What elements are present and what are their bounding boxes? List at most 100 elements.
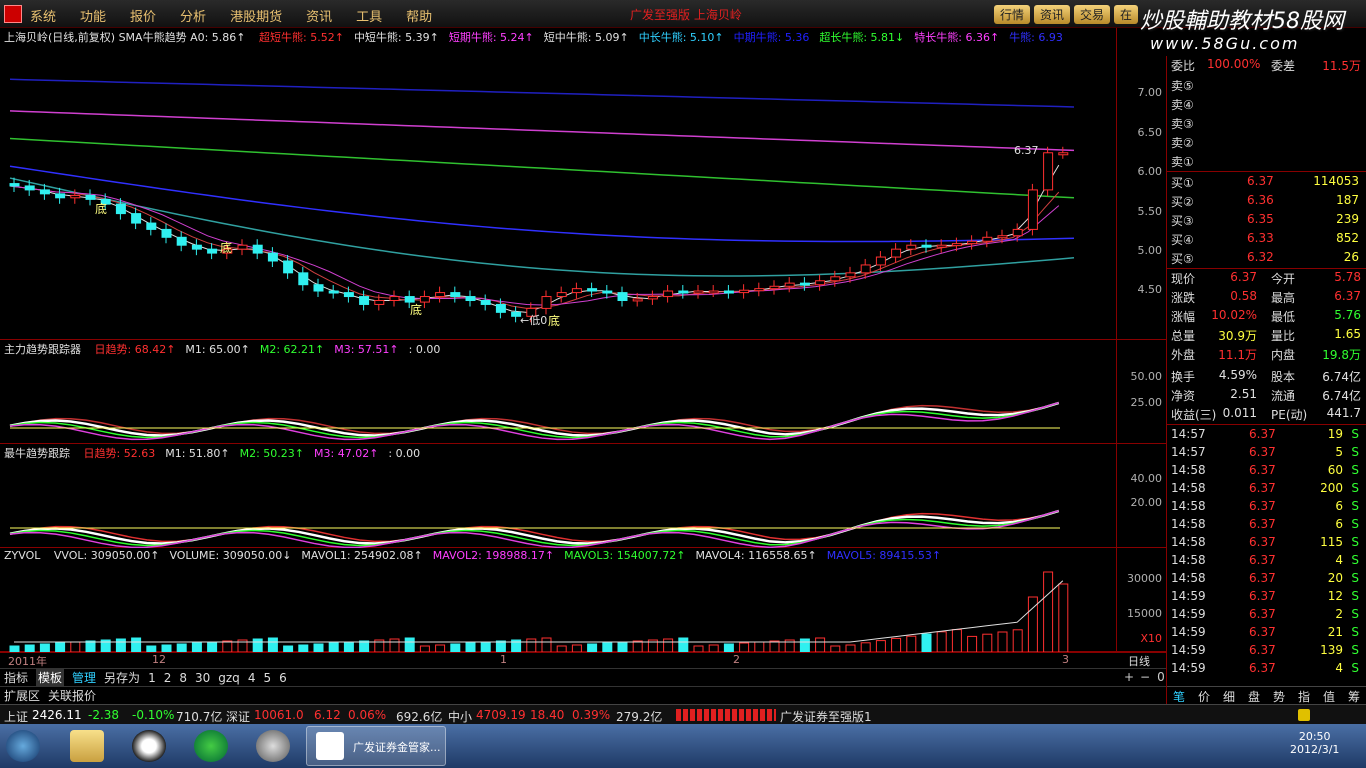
volume-chart[interactable] <box>0 548 1116 652</box>
stat-value: 6.37 <box>1230 270 1257 284</box>
sz-index-label: 深证 <box>226 710 251 724</box>
tab-6[interactable]: 6 <box>279 671 287 685</box>
tab-8[interactable]: 8 <box>179 671 187 685</box>
indicator-pane-1[interactable]: 主力趋势跟踪器 日趋势: 68.42↑ M1: 65.00↑ M2: 62.21↑ M… <box>0 340 1166 444</box>
price-tick: 6.00 <box>1137 165 1163 178</box>
quote-tab-5[interactable]: 指 <box>1298 688 1310 705</box>
indicator-1-chart[interactable] <box>0 340 1116 444</box>
menu-item-system[interactable]: 系统 <box>30 6 56 25</box>
candle-body <box>328 290 339 294</box>
volume-bar <box>39 643 50 652</box>
app-window: 系统 功能 报价 分析 港股期货 资讯 工具 帮助 广发至强版 上海贝岭 行情 … <box>0 0 1366 768</box>
short-ma-line <box>9 164 1060 313</box>
trade-button[interactable]: 交易 <box>1074 5 1111 24</box>
candle-body <box>435 292 446 298</box>
indicator-1-axis: 50.00 25.00 <box>1116 340 1166 443</box>
tick-price: 6.37 <box>1249 463 1276 477</box>
tab-extension[interactable]: 扩展区 <box>4 687 40 704</box>
quote-tab-0[interactable]: 笔 <box>1173 688 1185 705</box>
tab-1[interactable]: 1 <box>148 671 156 685</box>
tick-side: S <box>1351 463 1359 477</box>
quote-tab-1[interactable]: 价 <box>1198 688 1210 705</box>
quote-tab-6[interactable]: 值 <box>1323 688 1335 705</box>
folder-icon[interactable] <box>70 730 104 762</box>
start-button-icon[interactable] <box>6 730 40 762</box>
tick-volume: 6 <box>1335 499 1343 513</box>
tab-save-as[interactable]: 另存为 <box>104 669 140 686</box>
lock-icon[interactable] <box>1298 709 1310 721</box>
tab-gzq[interactable]: gzq <box>218 671 240 685</box>
tab-manage[interactable]: 管理 <box>72 669 96 686</box>
menu-item-tools[interactable]: 工具 <box>356 6 382 25</box>
order-label: 买② <box>1171 195 1194 209</box>
candle-body <box>602 290 613 294</box>
qq-icon[interactable] <box>132 730 166 762</box>
tab-4[interactable]: 4 <box>248 671 256 685</box>
volume-bar <box>982 633 993 652</box>
tick-row: 14:58 6.37 6 S <box>1167 516 1366 535</box>
tick-row: 14:58 6.37 60 S <box>1167 462 1366 481</box>
indicator-2-chart[interactable] <box>0 444 1116 548</box>
menu-item-help[interactable]: 帮助 <box>406 6 432 25</box>
media-player-icon[interactable] <box>256 730 290 762</box>
quote-tab-4[interactable]: 势 <box>1273 688 1285 705</box>
menu-item-hk-futures[interactable]: 港股期货 <box>230 6 282 25</box>
order-label: 卖② <box>1171 136 1194 150</box>
volume-pane[interactable]: ZYVOL VVOL: 309050.00↑ VOLUME: 309050.00↓… <box>0 548 1166 652</box>
tab-30[interactable]: 30 <box>195 671 210 685</box>
zoom-in-button[interactable]: + <box>1122 670 1136 684</box>
chart-area[interactable]: 上海贝岭(日线,前复权) SMA牛熊趋势 A0: 5.86↑ 超短牛熊: 5.5… <box>0 28 1166 686</box>
tick-price: 6.37 <box>1249 481 1276 495</box>
menu-item-function[interactable]: 功能 <box>80 6 106 25</box>
kline-chart[interactable]: 底底底底←低06.37 <box>0 28 1116 340</box>
volume-bar <box>906 635 917 652</box>
quote-tab-2[interactable]: 细 <box>1223 688 1235 705</box>
tick-price: 6.37 <box>1249 625 1276 639</box>
tab-template[interactable]: 模板 <box>36 669 65 686</box>
candle-body <box>85 194 96 200</box>
tick-price: 6.37 <box>1249 571 1276 585</box>
candle-body <box>1043 152 1054 191</box>
axis-tick: 50.00 <box>1130 370 1163 383</box>
zoom-out-button[interactable]: − <box>1138 670 1152 684</box>
kline-pane[interactable]: 上海贝岭(日线,前复权) SMA牛熊趋势 A0: 5.86↑ 超短牛熊: 5.5… <box>0 28 1166 340</box>
candle-body <box>39 189 50 195</box>
volume-bar <box>359 640 370 652</box>
system-clock[interactable]: 20:50 2012/3/1 <box>1290 730 1339 756</box>
tick-row: 14:59 6.37 12 S <box>1167 588 1366 607</box>
candle-body <box>146 222 157 230</box>
online-button[interactable]: 在 <box>1114 5 1139 24</box>
period-label[interactable]: 日线 <box>1128 653 1150 669</box>
tick-row: 14:59 6.37 4 S <box>1167 660 1366 679</box>
menu-item-news[interactable]: 资讯 <box>306 6 332 25</box>
sz-index-change: 6.12 <box>314 708 341 722</box>
market-button[interactable]: 行情 <box>994 5 1031 24</box>
quote-tab-3[interactable]: 盘 <box>1248 688 1260 705</box>
tab-2[interactable]: 2 <box>164 671 172 685</box>
candle-body <box>723 290 734 294</box>
indicator-pane-2[interactable]: 最牛趋势跟踪 日趋势: 52.63 M1: 51.80↑ M2: 50.23↑ M3:… <box>0 444 1166 548</box>
volume-bar <box>115 638 126 652</box>
time-label: 3 <box>1062 653 1069 666</box>
stat-value: 6.74亿 <box>1322 370 1361 384</box>
volume-bar <box>967 635 978 652</box>
candle-body <box>374 300 385 305</box>
tick-time: 14:58 <box>1171 463 1206 477</box>
menu-item-analysis[interactable]: 分析 <box>180 6 206 25</box>
tab-indicator[interactable]: 指标 <box>4 669 28 686</box>
tick-price: 6.37 <box>1249 535 1276 549</box>
browser-icon[interactable] <box>194 730 228 762</box>
volume-bar <box>1058 583 1069 652</box>
tick-row: 14:57 6.37 5 S <box>1167 444 1366 463</box>
candle-body <box>480 300 491 305</box>
volume-bar <box>875 640 886 652</box>
tick-side: S <box>1351 445 1359 459</box>
candle-body <box>830 276 841 282</box>
time-label: 2011年 <box>8 655 47 668</box>
tab-related-quote[interactable]: 关联报价 <box>48 687 96 704</box>
quote-tab-7[interactable]: 筹 <box>1348 688 1360 705</box>
tab-5[interactable]: 5 <box>263 671 271 685</box>
news-button[interactable]: 资讯 <box>1034 5 1071 24</box>
top-button-group: 行情 资讯 交易 在 <box>994 5 1142 24</box>
menu-item-quote[interactable]: 报价 <box>130 6 156 25</box>
